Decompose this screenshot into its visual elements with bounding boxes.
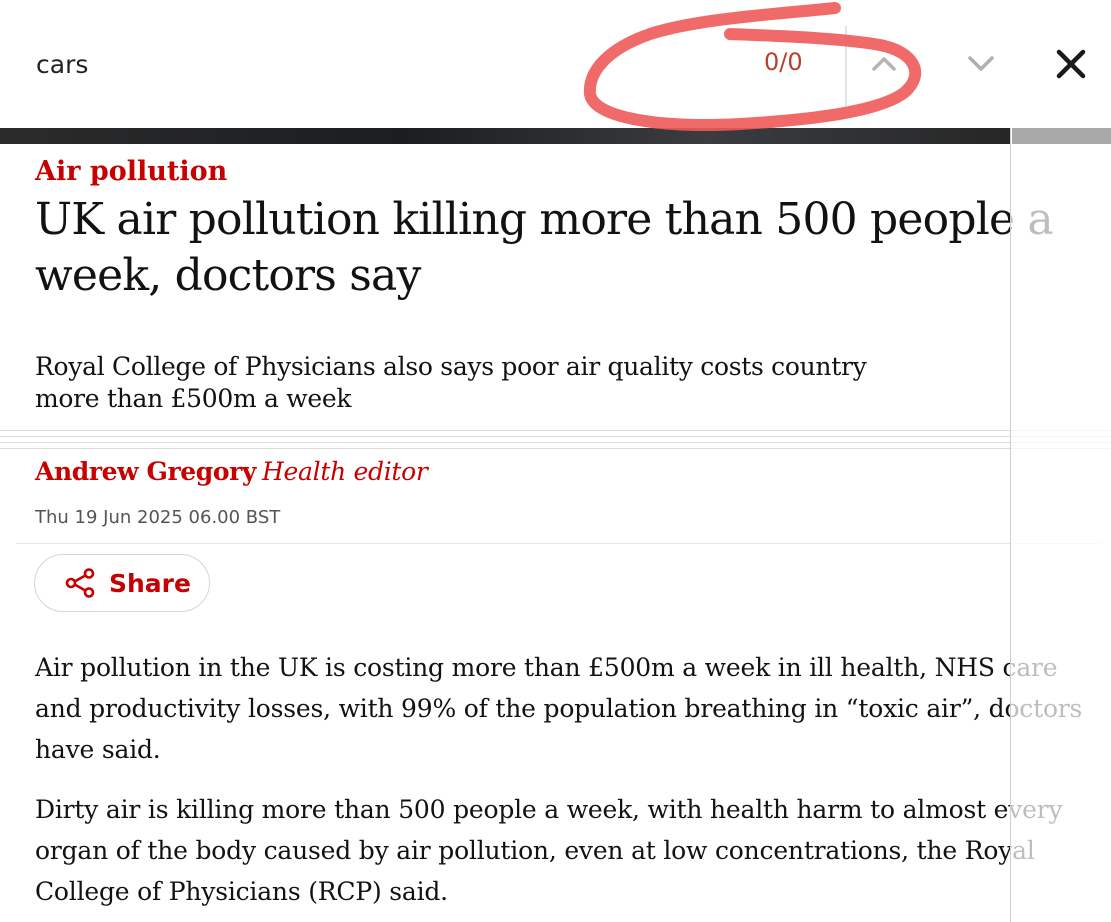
divider [0, 448, 1111, 449]
hero-image-edge [1012, 128, 1111, 144]
viewport-edge-line [1010, 128, 1011, 922]
author-name[interactable]: Andrew Gregory [35, 457, 256, 486]
article-headline: UK air pollution killing more than 500 p… [35, 194, 1054, 301]
section-kicker[interactable]: Air pollution [35, 156, 227, 187]
find-divider [845, 26, 847, 106]
find-match-count: 0/0 [764, 48, 803, 76]
publish-date: Thu 19 Jun 2025 06.00 BST [35, 507, 281, 528]
article-standfirst: Royal College of Physicians also says po… [35, 352, 867, 413]
divider [0, 430, 1111, 431]
find-input[interactable] [36, 44, 516, 84]
close-icon[interactable] [1050, 43, 1092, 85]
share-label: Share [109, 568, 191, 598]
divider [0, 436, 1111, 437]
share-icon [65, 568, 95, 598]
body-paragraph: Air pollution in the UK is costing more … [35, 653, 1083, 764]
chevron-up-icon[interactable] [866, 46, 902, 82]
byline: Andrew Gregory Health editor [35, 457, 428, 486]
body-paragraph: Dirty air is killing more than 500 peopl… [35, 795, 1063, 906]
find-in-page-bar: 0/0 [0, 0, 1111, 128]
chevron-down-icon[interactable] [962, 46, 1000, 82]
divider [16, 543, 1100, 544]
author-role: Health editor [262, 457, 428, 486]
divider [0, 442, 1111, 443]
hero-image [0, 128, 1010, 144]
share-button[interactable]: Share [34, 554, 210, 612]
